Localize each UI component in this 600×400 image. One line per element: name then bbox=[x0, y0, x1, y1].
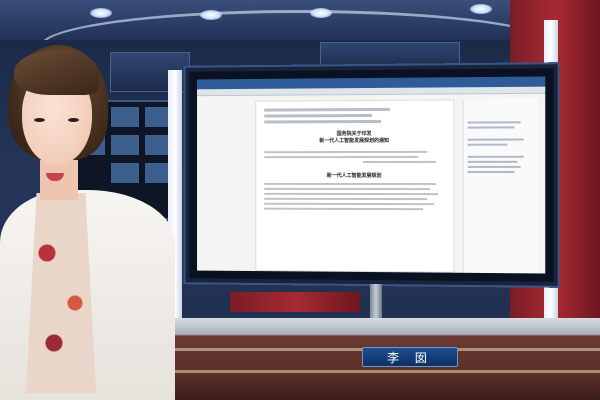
body-line bbox=[264, 156, 418, 158]
sidebar-line bbox=[468, 126, 514, 128]
meta-line bbox=[264, 108, 390, 112]
document-title-line-2: 新一代人工智能发展规划的通知 bbox=[264, 138, 445, 146]
sidebar-line bbox=[468, 161, 518, 163]
sidebar-line bbox=[468, 156, 524, 158]
body-line bbox=[264, 188, 430, 190]
body-line bbox=[264, 203, 434, 205]
meta-line bbox=[264, 120, 381, 124]
monitor-stand bbox=[370, 284, 382, 318]
red-accent-band bbox=[230, 292, 360, 312]
meta-line bbox=[264, 114, 372, 118]
document-body-heading: 新一代人工智能发展规划 bbox=[264, 173, 445, 180]
body-line bbox=[264, 151, 427, 153]
body-line bbox=[363, 161, 436, 163]
body-line bbox=[264, 183, 436, 185]
ceiling-light bbox=[470, 4, 492, 14]
sidebar-line bbox=[468, 171, 514, 173]
desk-stripe bbox=[140, 370, 600, 373]
body-line bbox=[264, 198, 427, 200]
ceiling-light bbox=[90, 8, 112, 18]
anchor-name-plate: 李 囡 bbox=[362, 347, 458, 367]
news-anchor bbox=[0, 45, 175, 400]
body-line bbox=[264, 208, 423, 210]
document-page: 国务院关于印发 新一代人工智能发展规划的通知 新一代人工智能发展规划 bbox=[255, 99, 454, 272]
studio-monitor: 国务院关于印发 新一代人工智能发展规划的通知 新一代人工智能发展规划 bbox=[185, 64, 557, 286]
document-sidebar bbox=[463, 99, 539, 274]
sidebar-line bbox=[468, 121, 521, 123]
body-line bbox=[264, 193, 438, 195]
anchor-eye bbox=[34, 118, 45, 122]
sidebar-line bbox=[468, 139, 524, 141]
breadcrumb-bar bbox=[197, 87, 545, 97]
sidebar-line bbox=[468, 144, 508, 146]
monitor-screen: 国务院关于印发 新一代人工智能发展规划的通知 新一代人工智能发展规划 bbox=[197, 77, 545, 274]
anchor-bangs bbox=[14, 50, 99, 95]
ceiling-light bbox=[310, 8, 332, 18]
anchor-eye bbox=[68, 118, 79, 122]
ceiling-light bbox=[200, 10, 222, 20]
anchor-blouse bbox=[26, 193, 96, 393]
sidebar-line bbox=[468, 166, 521, 168]
